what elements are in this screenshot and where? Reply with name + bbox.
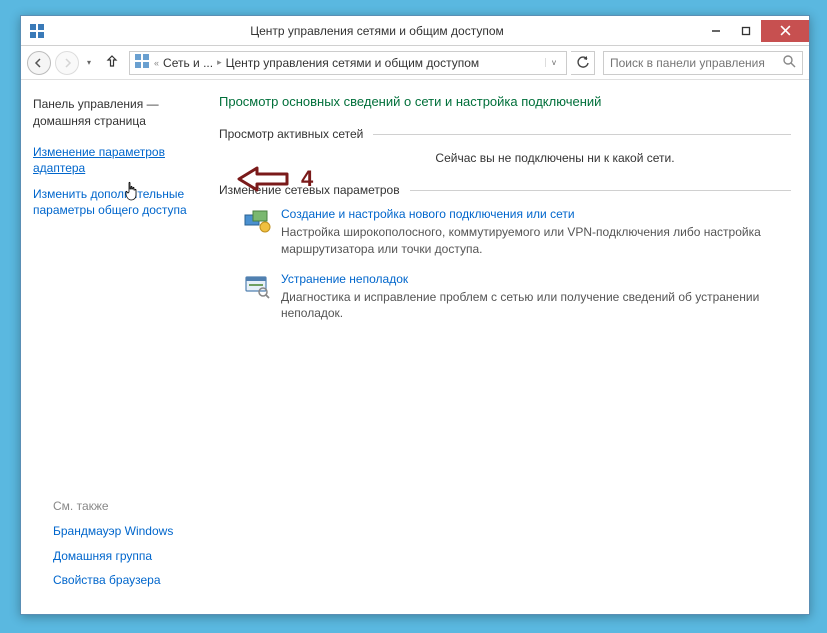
connection-wizard-icon <box>243 207 271 235</box>
address-dropdown[interactable]: v <box>545 58 562 67</box>
main-panel: Просмотр основных сведений о сети и наст… <box>211 80 809 614</box>
search-input[interactable] <box>610 56 779 70</box>
breadcrumb-segment[interactable]: Центр управления сетями и общим доступом <box>226 56 480 70</box>
section-network-settings: Изменение сетевых параметров <box>219 183 791 197</box>
link-troubleshoot[interactable]: Устранение неполадок <box>281 272 791 286</box>
item-new-connection: Создание и настройка нового подключения … <box>219 207 791 258</box>
item-troubleshoot: Устранение неполадок Диагностика и испра… <box>219 272 791 323</box>
up-button[interactable] <box>99 54 125 71</box>
divider <box>373 134 791 135</box>
close-button[interactable] <box>761 20 809 42</box>
address-icon <box>134 53 150 72</box>
back-button[interactable] <box>27 51 51 75</box>
search-icon <box>783 55 796 71</box>
sidebar-heading[interactable]: Панель управления — домашняя страница <box>33 96 199 130</box>
link-new-connection[interactable]: Создание и настройка нового подключения … <box>281 207 791 221</box>
see-also-label: См. также <box>53 499 173 513</box>
content-body: Панель управления — домашняя страница Из… <box>21 80 809 614</box>
not-connected-text: Сейчас вы не подключены ни к какой сети. <box>219 151 791 165</box>
maximize-button[interactable] <box>731 20 761 42</box>
sidebar-footer: См. также Брандмауэр Windows Домашняя гр… <box>53 499 173 596</box>
link-firewall[interactable]: Брандмауэр Windows <box>53 523 173 539</box>
titlebar: Центр управления сетями и общим доступом <box>21 16 809 46</box>
item-description: Настройка широкополосного, коммутируемог… <box>281 224 791 258</box>
item-description: Диагностика и исправление проблем с сеть… <box>281 289 791 323</box>
section-active-networks: Просмотр активных сетей <box>219 127 791 141</box>
troubleshoot-icon <box>243 272 271 300</box>
window-controls <box>701 20 809 42</box>
navbar: ▾ « Сеть и ... ▸ Центр управления сетями… <box>21 46 809 80</box>
item-body: Создание и настройка нового подключения … <box>281 207 791 258</box>
page-title: Просмотр основных сведений о сети и наст… <box>219 94 791 109</box>
link-browser-properties[interactable]: Свойства браузера <box>53 572 173 588</box>
window-title: Центр управления сетями и общим доступом <box>53 24 701 38</box>
link-homegroup[interactable]: Домашняя группа <box>53 548 173 564</box>
refresh-button[interactable] <box>571 51 595 75</box>
address-bar[interactable]: « Сеть и ... ▸ Центр управления сетями и… <box>129 51 567 75</box>
sidebar: Панель управления — домашняя страница Из… <box>21 80 211 614</box>
section-label: Просмотр активных сетей <box>219 127 363 141</box>
window: Центр управления сетями и общим доступом… <box>20 15 810 615</box>
divider <box>410 190 791 191</box>
history-dropdown[interactable]: ▾ <box>83 58 95 67</box>
search-box[interactable] <box>603 51 803 75</box>
chevron-right-icon: ▸ <box>217 57 222 68</box>
item-body: Устранение неполадок Диагностика и испра… <box>281 272 791 323</box>
minimize-button[interactable] <box>701 20 731 42</box>
section-label: Изменение сетевых параметров <box>219 183 400 197</box>
link-adapter-settings[interactable]: Изменение параметров адаптера <box>33 144 199 176</box>
breadcrumb-segment[interactable]: Сеть и ... <box>163 56 213 70</box>
forward-button[interactable] <box>55 51 79 75</box>
link-sharing-settings[interactable]: Изменить дополнительные параметры общего… <box>33 186 199 218</box>
chevron-icon: « <box>154 58 159 68</box>
app-icon <box>29 23 45 39</box>
